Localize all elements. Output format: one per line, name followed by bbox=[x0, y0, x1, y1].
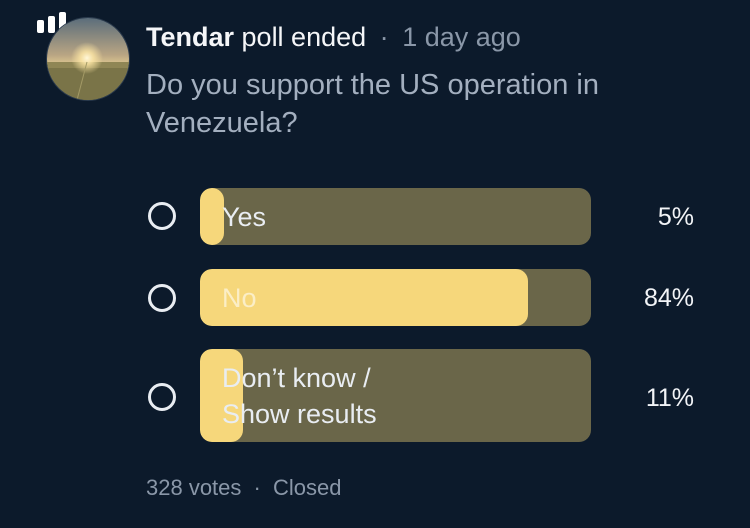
poll-bar: Don’t know / Show results bbox=[200, 349, 591, 442]
poll-status-heading: poll ended bbox=[241, 22, 367, 52]
option-percent: 84% bbox=[643, 284, 694, 312]
poll-header: Tendar poll ended · 1 day ago bbox=[146, 20, 521, 54]
option-label: Yes bbox=[222, 202, 267, 232]
avatar[interactable] bbox=[46, 17, 130, 101]
radio-circle-icon[interactable] bbox=[148, 284, 176, 312]
option-percent: 11% bbox=[645, 384, 694, 412]
author-name[interactable]: Tendar bbox=[146, 22, 234, 52]
poll-bar-fill bbox=[200, 188, 224, 245]
option-percent: 5% bbox=[657, 203, 694, 231]
timestamp[interactable]: 1 day ago bbox=[402, 22, 521, 52]
poll-question: Do you support the US operation in Venez… bbox=[146, 69, 599, 139]
poll-closed-status: Closed bbox=[272, 475, 342, 500]
separator-dot: · bbox=[379, 22, 389, 52]
option-label: Don’t know / Show results bbox=[222, 363, 377, 429]
option-label: No bbox=[222, 283, 257, 313]
poll-bar: Yes bbox=[200, 188, 591, 245]
poll-bar: No bbox=[200, 269, 591, 326]
radio-circle-icon[interactable] bbox=[148, 202, 176, 230]
poll-footer: 328 votes · Closed bbox=[146, 474, 341, 502]
separator-dot: · bbox=[253, 475, 261, 500]
vote-count: 328 votes bbox=[146, 475, 242, 500]
radio-circle-icon[interactable] bbox=[148, 383, 176, 411]
